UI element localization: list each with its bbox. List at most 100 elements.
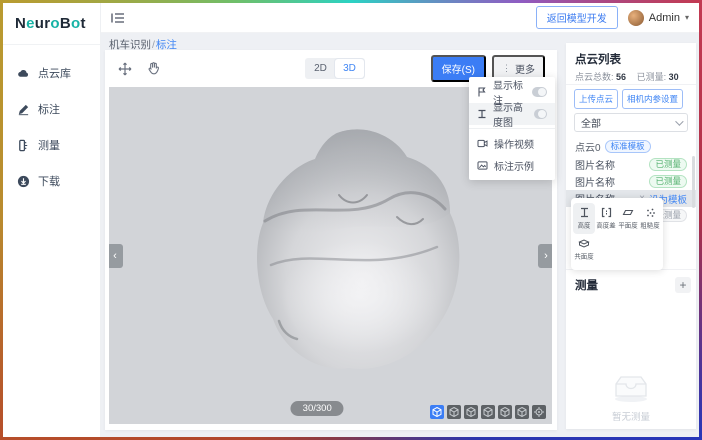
list-item[interactable]: 图片名称 已测量 [566, 156, 696, 173]
panel-title: 点云列表 [575, 51, 621, 67]
view-right-button[interactable] [498, 405, 512, 419]
sidebar-item-measure[interactable]: 测量 [3, 127, 100, 163]
empty-text: 暂无测量 [566, 409, 696, 423]
sidebar-item-label: 点云库 [38, 65, 71, 81]
logo-letter: B [60, 15, 71, 32]
measured-tag: 已测量 [649, 175, 687, 188]
point-cloud-panel: 点云列表 点云总数: 56 已测量: 30 上传点云 相机内参设置 全部 [566, 43, 696, 429]
view-back-button[interactable] [464, 405, 478, 419]
measured-label: 已测量: [637, 72, 667, 82]
sidebar-item-annotate[interactable]: 标注 [3, 91, 100, 127]
cloud-group-row[interactable]: 点云0 标准模板 [575, 139, 651, 154]
measure-tool-palette: 高度 高度差 平面度 粗糙度 [571, 198, 663, 270]
tooth-model[interactable] [219, 125, 469, 373]
flag-icon [477, 87, 487, 97]
tool-label: 高度 [578, 221, 591, 230]
avatar [628, 10, 644, 26]
height-tool-icon [579, 207, 590, 218]
view-front-button[interactable] [447, 405, 461, 419]
menu-item-show-heightmap[interactable]: 显示高度图 [469, 103, 555, 125]
top-header: 返回模型开发 Admin ▾ [101, 3, 699, 33]
measure-title: 测量 [575, 277, 598, 293]
filter-select[interactable]: 全部 [574, 113, 688, 132]
pagination-indicator: 30/300 [291, 401, 344, 416]
crosshair-icon [534, 407, 544, 417]
measured-tag: 已测量 [649, 158, 687, 171]
camera-params-button[interactable]: 相机内参设置 [622, 89, 683, 109]
sidebar-item-label: 标注 [38, 101, 60, 117]
view-iso-button[interactable] [430, 405, 444, 419]
menu-item-operation-video[interactable]: 操作视频 [469, 132, 555, 154]
logo-letter: o [50, 15, 59, 32]
viewer-card: 2D 3D 保存(S) ⋮ 更多 显示标注 [105, 50, 557, 430]
menu-item-label: 操作视频 [494, 136, 534, 151]
height-diff-tool-icon [601, 207, 612, 218]
menu-item-label: 标注示例 [494, 158, 534, 173]
sidebar-item-point-cloud-library[interactable]: 点云库 [3, 55, 100, 91]
panel-counts: 点云总数: 56 已测量: 30 [575, 70, 692, 83]
prev-arrow-button[interactable]: ‹ [109, 244, 123, 268]
tool-roughness[interactable]: 粗糙度 [639, 203, 661, 234]
tool-coplanarity[interactable]: 共面度 [573, 234, 595, 265]
filter-value: 全部 [581, 115, 601, 130]
view-left-button[interactable] [481, 405, 495, 419]
flatness-tool-icon [622, 207, 634, 218]
empty-state: 暂无测量 [566, 370, 696, 423]
view-top-button[interactable] [515, 405, 529, 419]
menu-item-label: 显示高度图 [493, 99, 528, 129]
tool-label: 平面度 [618, 221, 637, 230]
content-area: 机车识别/标注 2D 3D 保存(S) [101, 33, 699, 437]
add-measure-button[interactable]: + [675, 277, 691, 293]
menu-fold-icon[interactable] [111, 12, 125, 24]
panel-buttons: 上传点云 相机内参设置 [574, 89, 692, 109]
tool-height[interactable]: 高度 [573, 203, 595, 234]
show-heightmap-toggle[interactable] [534, 109, 547, 119]
tool-label: 高度差 [596, 221, 615, 230]
hand-pan-icon[interactable] [146, 61, 161, 76]
roughness-tool-icon [645, 207, 656, 218]
coplanarity-tool-icon [578, 238, 590, 249]
view-orientation-buttons [430, 405, 546, 419]
upload-point-cloud-button[interactable]: 上传点云 [574, 89, 618, 109]
next-arrow-button[interactable]: › [538, 244, 552, 268]
cloud-icon [17, 67, 30, 80]
sidebar: NeuroBot 点云库 标注 测量 下载 [3, 3, 101, 437]
mode-2d-button[interactable]: 2D [306, 59, 335, 78]
list-item[interactable]: 图片名称 已测量 [566, 173, 696, 190]
measured-value: 30 [669, 72, 679, 82]
logo-letter: o [71, 15, 80, 32]
user-menu[interactable]: Admin ▾ [628, 10, 689, 26]
cloud-name: 点云0 [575, 139, 601, 154]
divider [566, 84, 696, 85]
menu-item-annotation-example[interactable]: 标注示例 [469, 154, 555, 176]
ruler-icon [17, 139, 30, 152]
pan-move-icon[interactable] [117, 61, 133, 77]
pencil-icon [17, 103, 30, 116]
show-annotations-toggle[interactable] [532, 87, 547, 97]
tool-height-diff[interactable]: 高度差 [595, 203, 617, 234]
ibeam-icon [477, 109, 487, 119]
video-icon [477, 139, 488, 148]
total-value: 56 [616, 72, 626, 82]
logo-letter: u [35, 15, 44, 32]
more-dots-icon: ⋮ [502, 63, 511, 74]
image-name: 图片名称 [575, 174, 645, 189]
logo-letter: N [15, 15, 26, 32]
list-scrollbar[interactable] [692, 156, 695, 208]
view-reset-button[interactable] [532, 405, 546, 419]
sidebar-item-label: 测量 [38, 137, 60, 153]
more-label: 更多 [515, 61, 535, 76]
tool-label: 粗糙度 [640, 221, 659, 230]
sidebar-item-download[interactable]: 下载 [3, 163, 100, 199]
download-icon [17, 175, 30, 188]
chevron-down-icon [675, 117, 683, 125]
sidebar-item-label: 下载 [38, 173, 60, 189]
logo-letter: e [26, 15, 35, 32]
mode-3d-button[interactable]: 3D [335, 59, 364, 78]
app-window: NeuroBot 点云库 标注 测量 下载 [3, 3, 699, 437]
view-mode-segment: 2D 3D [305, 58, 365, 79]
tool-label: 共面度 [574, 252, 593, 261]
back-to-model-dev-button[interactable]: 返回模型开发 [536, 6, 618, 29]
tool-flatness[interactable]: 平面度 [617, 203, 639, 234]
image-icon [477, 161, 488, 170]
